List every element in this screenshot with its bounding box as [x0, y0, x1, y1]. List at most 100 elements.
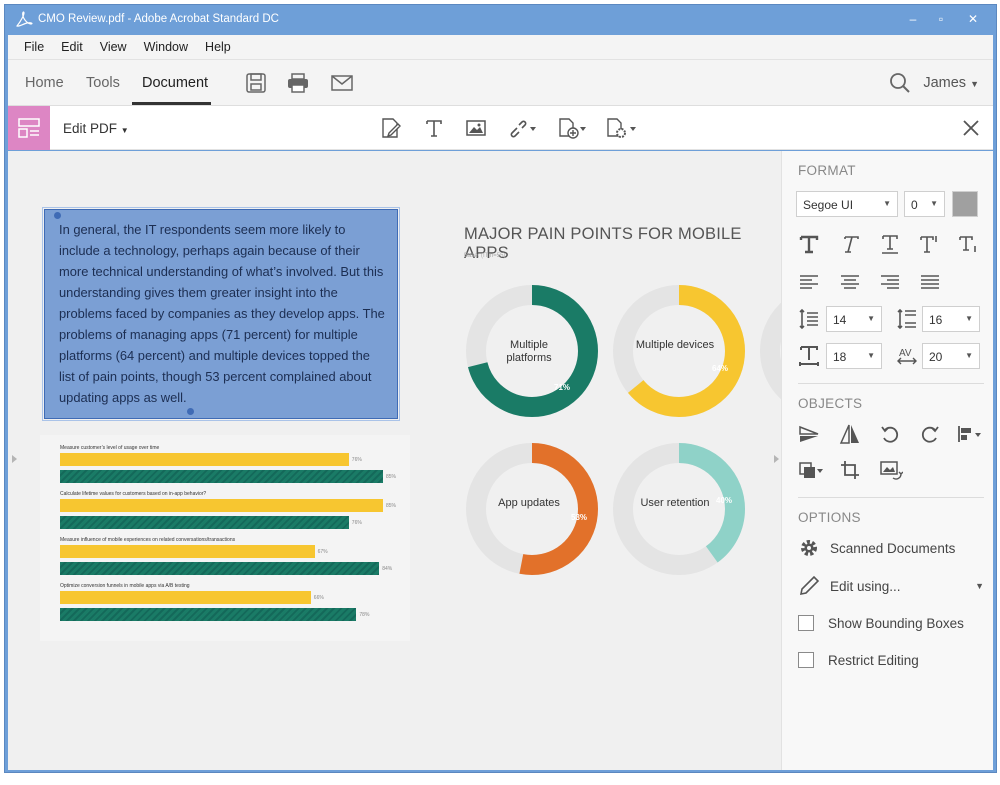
align-right-icon[interactable]: [879, 271, 901, 293]
edit-using-option[interactable]: Edit using... ▼: [798, 575, 984, 597]
italic-icon[interactable]: [839, 233, 861, 255]
font-size-value: 0: [911, 198, 918, 212]
edit-pdf-badge[interactable]: [8, 106, 50, 150]
chevron-down-icon: ▼: [965, 351, 973, 360]
paragraph-spacing-select[interactable]: 16 ▼: [922, 306, 980, 332]
restrict-editing-option[interactable]: Restrict Editing: [798, 652, 919, 668]
show-bounding-boxes-option[interactable]: Show Bounding Boxes: [798, 615, 964, 631]
bar-question-label: Optimize conversion funnels in mobile ap…: [60, 583, 190, 589]
svg-text:AV: AV: [899, 348, 912, 359]
crop-icon[interactable]: [839, 459, 861, 481]
superscript-icon[interactable]: [919, 233, 941, 255]
replace-image-icon[interactable]: [879, 459, 903, 481]
paragraph-spacing-icon[interactable]: [896, 308, 918, 330]
active-tab-indicator: [132, 102, 211, 105]
donut-label-multiple-platforms: Multiple platforms: [506, 339, 552, 364]
align-objects-icon[interactable]: [956, 423, 982, 445]
font-family-select[interactable]: Segoe UI ▼: [796, 191, 898, 217]
edit-pdf-icon: [18, 118, 40, 138]
pencil-icon: [799, 575, 820, 596]
bar-question-label: Calculate lifetime values for customers …: [60, 491, 207, 497]
options-heading: OPTIONS: [798, 510, 861, 525]
chart-title: MAJOR PAIN POINTS FOR MOBILE APPS: [464, 225, 742, 262]
menu-help[interactable]: Help: [205, 40, 231, 54]
tab-document[interactable]: Document: [142, 75, 208, 91]
rotate-right-icon[interactable]: [919, 423, 941, 445]
close-window-button[interactable]: ✕: [958, 9, 988, 29]
app-window: CMO Review.pdf - Adobe Acrobat Standard …: [4, 4, 997, 773]
menu-view[interactable]: View: [100, 40, 127, 54]
selected-text-block[interactable]: In general, the IT respondents seem more…: [42, 207, 400, 421]
character-spacing-icon[interactable]: AV: [896, 345, 918, 367]
menu-window[interactable]: Window: [144, 40, 188, 54]
donut-value-64: 64%: [712, 364, 729, 373]
donut-label-user-retention: User retention: [640, 497, 710, 509]
chevron-down-icon: ▼: [867, 314, 875, 323]
save-icon[interactable]: [244, 71, 268, 95]
nav-bar: Home Tools Document James ▼: [8, 60, 993, 106]
font-color-swatch[interactable]: [952, 191, 978, 217]
donut-value-53: 53%: [571, 513, 588, 522]
show-bounding-boxes-checkbox[interactable]: [798, 615, 814, 631]
show-bounding-boxes-label: Show Bounding Boxes: [828, 615, 964, 631]
character-spacing-select[interactable]: 20 ▼: [922, 343, 980, 369]
add-image-icon[interactable]: [465, 117, 487, 139]
bar-value-label: 78%: [359, 612, 370, 618]
chevron-down-icon: ▼: [867, 351, 875, 360]
add-page-icon[interactable]: [557, 117, 587, 139]
close-tool-icon[interactable]: [961, 118, 981, 138]
font-size-select[interactable]: 0 ▼: [904, 191, 945, 217]
email-icon[interactable]: [330, 71, 354, 95]
search-icon[interactable]: [889, 72, 911, 94]
minimize-icon: ‒: [909, 12, 917, 26]
document-viewport[interactable]: In general, the IT respondents seem more…: [8, 151, 783, 770]
align-left-icon[interactable]: [798, 271, 820, 293]
maximize-icon: ▫: [938, 12, 944, 26]
edit-using-label: Edit using...: [830, 578, 901, 594]
add-text-icon[interactable]: [423, 117, 445, 139]
page-settings-icon[interactable]: [605, 117, 637, 139]
underline-icon[interactable]: [879, 233, 901, 255]
gear-icon: [801, 540, 817, 556]
bar-question-label: Measure influence of mobile experiences …: [60, 537, 236, 543]
chart-subtitle: Base: (IT n=55): [464, 253, 506, 259]
bar-value-label: 76%: [351, 457, 362, 463]
maximize-button[interactable]: ▫: [930, 9, 952, 29]
horizontal-scale-icon[interactable]: [798, 345, 820, 367]
panel-divider: [798, 383, 984, 384]
tab-home[interactable]: Home: [25, 75, 64, 91]
bold-icon[interactable]: [798, 233, 820, 255]
link-icon[interactable]: [508, 117, 538, 139]
menu-file[interactable]: File: [24, 40, 44, 54]
align-center-icon[interactable]: [839, 271, 861, 293]
menu-edit[interactable]: Edit: [61, 40, 83, 54]
flip-horizontal-icon[interactable]: [798, 423, 820, 445]
restrict-editing-checkbox[interactable]: [798, 652, 814, 668]
subscript-icon[interactable]: [958, 233, 980, 255]
line-spacing-icon[interactable]: [798, 308, 820, 330]
selection-handle-end[interactable]: [187, 408, 194, 415]
edit-pdf-dropdown[interactable]: Edit PDF ▼: [63, 121, 129, 136]
print-icon[interactable]: [286, 71, 310, 95]
bar-question-label: Measure customer’s level of usage over t…: [60, 445, 160, 451]
flip-vertical-icon[interactable]: [839, 423, 861, 445]
horizontal-scale-value: 18: [833, 350, 847, 364]
selection-handle-start[interactable]: [54, 212, 61, 219]
align-justify-icon[interactable]: [919, 271, 941, 293]
user-menu[interactable]: James ▼: [923, 75, 979, 91]
line-spacing-select[interactable]: 14 ▼: [826, 306, 882, 332]
bar-green: [60, 562, 380, 575]
bar-yellow: [60, 499, 383, 512]
donut-label-multiple-devices: Multiple devices: [635, 339, 715, 351]
horizontal-scale-select[interactable]: 18 ▼: [826, 343, 882, 369]
scanned-documents-option[interactable]: Scanned Documents: [798, 537, 955, 559]
close-icon: ✕: [967, 12, 979, 26]
rotate-left-icon[interactable]: [879, 423, 901, 445]
chevron-down-icon: ▼: [975, 581, 984, 591]
edit-text-icon[interactable]: [380, 117, 402, 139]
minimize-button[interactable]: ‒: [902, 9, 924, 29]
tab-tools[interactable]: Tools: [86, 75, 120, 91]
expand-left-icon[interactable]: [12, 455, 17, 463]
arrange-objects-icon[interactable]: [798, 459, 824, 481]
chevron-down-icon: ▼: [970, 79, 979, 89]
